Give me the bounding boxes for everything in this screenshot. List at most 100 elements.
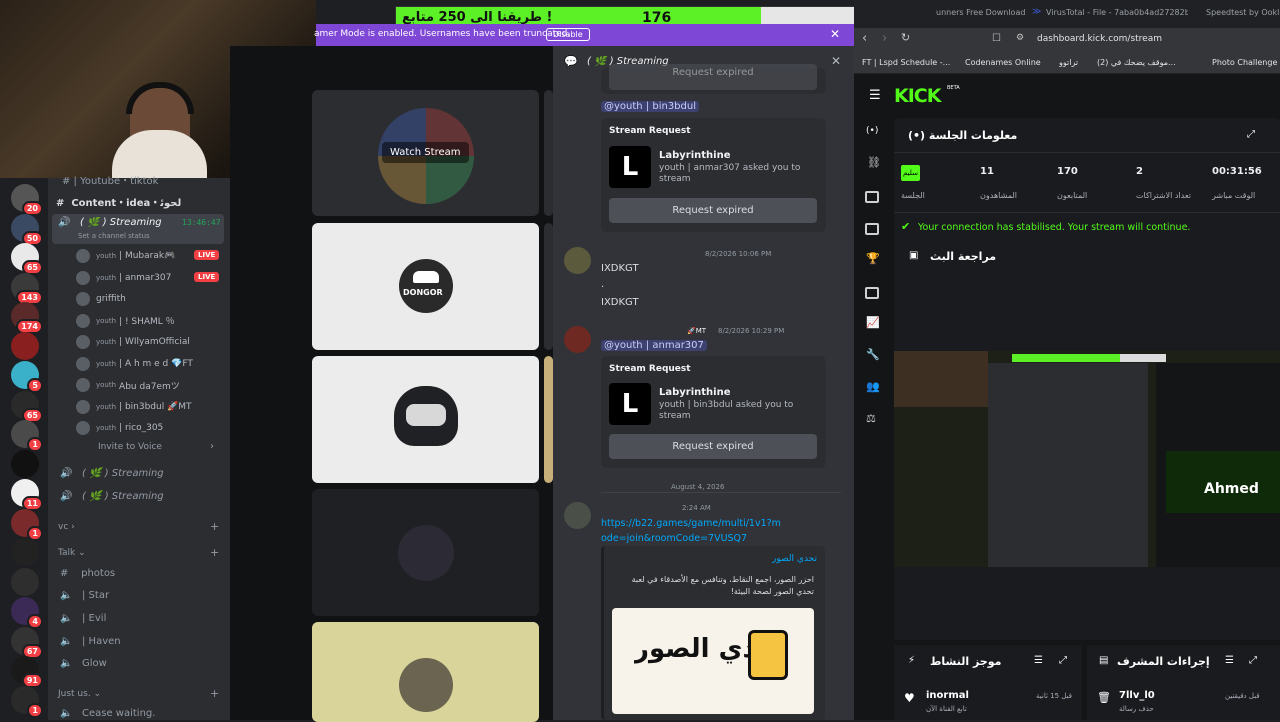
request-expired-button[interactable]: Request expired — [609, 434, 817, 459]
active-voice-channel[interactable]: 🔊 ( 🌿 ) Streaming 13:46:47 Set a channel… — [52, 214, 224, 244]
back-icon[interactable]: ‹ — [862, 31, 867, 46]
live-nav-icon[interactable]: (•) — [866, 126, 878, 136]
category-vc[interactable]: vc › — [58, 522, 75, 532]
site-info-icon[interactable]: ⚙ — [1016, 33, 1024, 43]
bookmark-item[interactable]: (2) موقف يضحك في... — [1097, 58, 1197, 67]
request-expired-button[interactable]: Request expired — [609, 198, 817, 223]
voice-user[interactable]: youth | rico_305 — [76, 418, 163, 438]
mention-anmar307[interactable]: @youth | anmar307 — [601, 340, 707, 351]
set-status-link[interactable]: Set a channel status — [78, 232, 150, 240]
server-icon[interactable]: 65 — [11, 243, 43, 275]
close-icon[interactable]: ✕ — [830, 27, 840, 41]
server-icon[interactable] — [11, 449, 39, 478]
chart-nav-icon[interactable] — [865, 223, 879, 235]
stream-tile-wheel[interactable]: Watch Stream — [312, 90, 539, 216]
request-expired-button[interactable]: Request expired — [609, 64, 817, 90]
server-icon[interactable] — [11, 567, 39, 596]
voice-user[interactable]: youth | A h m e d 💎FT — [76, 354, 193, 374]
server-icon[interactable]: 1 — [11, 508, 43, 541]
server-icon[interactable]: 1 — [11, 685, 43, 718]
stream-preview[interactable]: Ahmed — [894, 351, 1280, 567]
mod-nav-icon[interactable]: ⚖ — [866, 412, 876, 425]
window-nav-icon[interactable] — [865, 191, 879, 203]
mention-bin3bdul[interactable]: @youth | bin3bdul — [601, 101, 699, 112]
bookmark-item[interactable]: تراتوو — [1059, 58, 1089, 67]
users-nav-icon[interactable]: 👥 — [866, 380, 880, 393]
stream-tile-khaki[interactable] — [312, 622, 539, 722]
embed-title[interactable]: تحدي الصور — [772, 554, 817, 564]
browser-tab[interactable]: Speedtest by Ookla — [1206, 8, 1280, 17]
close-icon[interactable]: ✕ — [831, 54, 841, 68]
trophy-nav-icon[interactable]: 🏆 — [866, 252, 880, 265]
stream-tile-right-1[interactable] — [544, 90, 553, 216]
channel-evil[interactable]: 🔈 | Evil — [60, 613, 106, 624]
category-content[interactable]: # Content・idea・ﻟﺤﻮﺋ — [56, 194, 181, 209]
server-icon[interactable] — [11, 331, 39, 360]
media-nav-icon[interactable] — [865, 287, 879, 299]
voice-user[interactable]: youth | Mubarak🎮 — [76, 246, 175, 266]
invite-to-voice[interactable]: Invite to Voice — [98, 442, 162, 452]
browser-tab[interactable]: unners Free Download - Ani — [936, 8, 1026, 17]
bookmark-item[interactable]: Photo Challenge - — [1212, 58, 1280, 67]
mod-user[interactable]: 7llv_l0 — [1119, 690, 1155, 701]
user-avatar[interactable] — [564, 502, 591, 529]
reload-icon[interactable]: ↻ — [901, 31, 910, 44]
voice-channel-2[interactable]: 🔊 ( 🌿 ) Streaming — [60, 468, 164, 479]
channel-cease[interactable]: 🔈 Cease waiting. — [60, 708, 155, 719]
add-channel-icon[interactable]: + — [210, 520, 219, 533]
expand-icon[interactable]: ⤢ — [1247, 129, 1255, 140]
menu-icon[interactable]: ☰ — [869, 88, 881, 103]
watch-stream-button[interactable]: Watch Stream — [382, 142, 469, 163]
channel-star[interactable]: 🔈 | Star — [60, 590, 109, 601]
game-link[interactable]: https://b22.games/game/multi/1v1?mode=jo… — [601, 516, 781, 546]
link-nav-icon[interactable]: ⛓ — [867, 156, 881, 169]
server-icon[interactable]: 20 — [11, 184, 43, 216]
server-icon[interactable]: 67 — [11, 626, 43, 659]
browser-tab[interactable]: VirusTotal - File - 7aba0b4ad27282b — [1046, 8, 1188, 17]
expand-icon[interactable]: ⤢ — [1059, 655, 1067, 666]
server-icon[interactable]: 91 — [11, 656, 43, 688]
server-icon[interactable]: 174 — [11, 302, 43, 334]
voice-user[interactable]: youth | WIlyamOfficial — [76, 332, 190, 352]
user-avatar[interactable] — [564, 326, 591, 353]
filter-icon[interactable]: ☰ — [1225, 655, 1234, 666]
channel-partial-top[interactable]: # | Youtube・tiktok — [62, 172, 158, 187]
server-icon[interactable]: 1 — [11, 420, 43, 452]
disable-button[interactable]: Disable — [546, 28, 590, 41]
server-icon[interactable]: 65 — [11, 390, 43, 423]
category-talk[interactable]: Talk ⌄ — [58, 548, 86, 558]
server-icon[interactable]: 4 — [11, 597, 43, 629]
user-avatar[interactable] — [564, 247, 591, 274]
server-icon[interactable]: 143 — [11, 272, 43, 305]
stream-tile-dark[interactable] — [312, 489, 539, 616]
forward-icon[interactable]: › — [882, 31, 887, 46]
voice-user[interactable]: youth | ! SHAML ％ — [76, 311, 175, 331]
stream-tile-right-2[interactable] — [544, 223, 553, 350]
kick-logo[interactable]: KICK — [894, 85, 941, 107]
bookmark-item[interactable]: Codenames Online — [965, 58, 1050, 67]
voice-user[interactable]: youth | bin3bdul 🚀MT — [76, 397, 192, 417]
add-channel-icon[interactable]: + — [210, 546, 219, 559]
stream-tile-dongor[interactable]: DONGOR — [312, 223, 539, 350]
voice-user[interactable]: youth Abu da7emツ — [76, 375, 180, 395]
channel-photos[interactable]: # photos — [60, 568, 115, 579]
channel-haven[interactable]: 🔈 | Haven — [60, 636, 121, 647]
address-bar[interactable]: dashboard.kick.com/stream — [1037, 34, 1162, 44]
channel-glow[interactable]: 🔈 Glow — [60, 658, 107, 669]
bookmark-icon[interactable]: ☐ — [992, 33, 1001, 44]
voice-channel-3[interactable]: 🔊 ( 🌿 ) Streaming — [60, 491, 164, 502]
add-channel-icon[interactable]: + — [210, 687, 219, 700]
stream-tile-helmet[interactable] — [312, 356, 539, 483]
bookmark-item[interactable]: FT | Lspd Schedule -... — [862, 58, 958, 67]
voice-user[interactable]: griffith — [76, 289, 126, 309]
activity-user[interactable]: inormal — [926, 690, 969, 701]
wrench-nav-icon[interactable]: 🔧 — [866, 348, 880, 361]
expand-icon[interactable]: ⤢ — [1249, 655, 1257, 666]
server-icon[interactable]: 5 — [11, 361, 43, 393]
server-icon[interactable]: 11 — [11, 479, 43, 511]
analytics-nav-icon[interactable]: 📈 — [866, 316, 880, 329]
category-just-us[interactable]: Just us. ⌄ — [58, 689, 101, 699]
stream-tile-right-3[interactable] — [544, 356, 553, 483]
server-icon[interactable] — [11, 538, 39, 566]
voice-user[interactable]: youth | anmar307 — [76, 268, 171, 288]
